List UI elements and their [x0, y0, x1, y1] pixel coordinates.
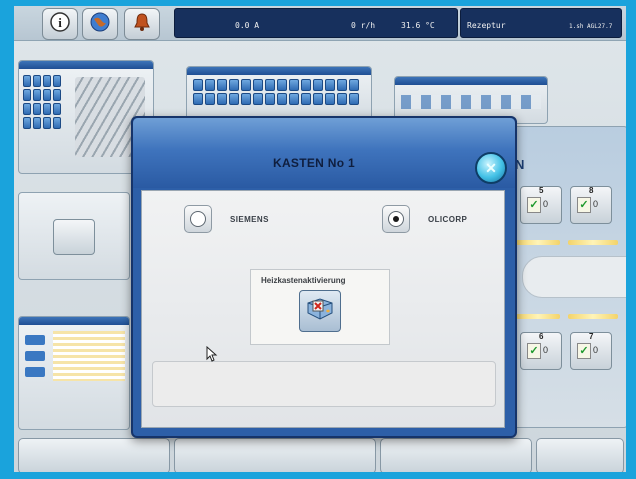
- radio-siemens-label: SIEMENS: [230, 215, 269, 224]
- dialog-title: KASTEN No 1: [273, 156, 355, 170]
- info-button[interactable]: i: [42, 8, 78, 40]
- status-panel: 0.0 A 0 r/h 31.6 °C: [174, 8, 458, 38]
- status-field-temperature: 31.6 °C: [401, 21, 435, 30]
- top-status-bar: i 0.0 A 0 r/h 31.6 °C Rezeptur 1.sh AGL2…: [14, 6, 626, 41]
- radio-olicorp-label: OLICORP: [428, 215, 468, 224]
- background-panel-chart: [18, 316, 130, 430]
- box-tile-7: 7 ✓ 0: [570, 332, 612, 370]
- background-panel-tool: [18, 192, 130, 280]
- status-field-speed: 0 r/h: [351, 21, 376, 30]
- radio-siemens[interactable]: [184, 205, 212, 233]
- bg-key-grid-center: [193, 79, 359, 105]
- status-field-current: 0.0 A: [235, 21, 260, 30]
- bell-button[interactable]: [124, 8, 160, 40]
- info-icon: i: [49, 11, 71, 38]
- dialog-titlebar: KASTEN No 1 ✕: [133, 118, 515, 188]
- recipe-label: Rezeptur: [467, 21, 506, 30]
- box-tile-5: 5 ✓ 0: [520, 186, 562, 224]
- recipe-value: 1.sh AGL27.7: [569, 23, 613, 30]
- dialog-body: SIEMENS OLICORP Heizkastenaktivierung: [141, 190, 505, 428]
- heating-activation-group: Heizkastenaktivierung: [250, 269, 390, 345]
- radio-olicorp[interactable]: [382, 205, 410, 233]
- heating-activation-icon: [304, 293, 336, 330]
- close-icon: ✕: [485, 159, 497, 176]
- globe-button[interactable]: [82, 8, 118, 40]
- heating-activation-button[interactable]: [299, 290, 341, 332]
- radio-siemens-indicator: [190, 211, 206, 227]
- bottom-button-4[interactable]: [536, 438, 624, 472]
- bg-tool-button: [53, 219, 95, 255]
- radio-olicorp-indicator: [388, 211, 404, 227]
- bell-icon: [131, 11, 153, 38]
- close-button[interactable]: ✕: [475, 152, 507, 184]
- bg-key-grid-left: [23, 75, 61, 129]
- globe-icon: [89, 11, 111, 38]
- svg-text:i: i: [58, 15, 62, 30]
- dialog-message-field: [152, 361, 496, 407]
- bottom-button-3[interactable]: [380, 438, 532, 472]
- kasten-dialog: KASTEN No 1 ✕ SIEMENS OLICORP Heizkasten…: [131, 116, 517, 438]
- heating-activation-label: Heizkastenaktivierung: [261, 276, 346, 285]
- bottom-button-1[interactable]: [18, 438, 170, 472]
- box-tile-8: 8 ✓ 0: [570, 186, 612, 224]
- box-tile-6: 6 ✓ 0: [520, 332, 562, 370]
- mouse-pointer-icon: [206, 345, 218, 367]
- hmi-screen: i 0.0 A 0 r/h 31.6 °C Rezeptur 1.sh AGL2…: [14, 6, 626, 472]
- recipe-panel: Rezeptur 1.sh AGL27.7: [460, 8, 622, 38]
- bottom-button-2[interactable]: [174, 438, 376, 472]
